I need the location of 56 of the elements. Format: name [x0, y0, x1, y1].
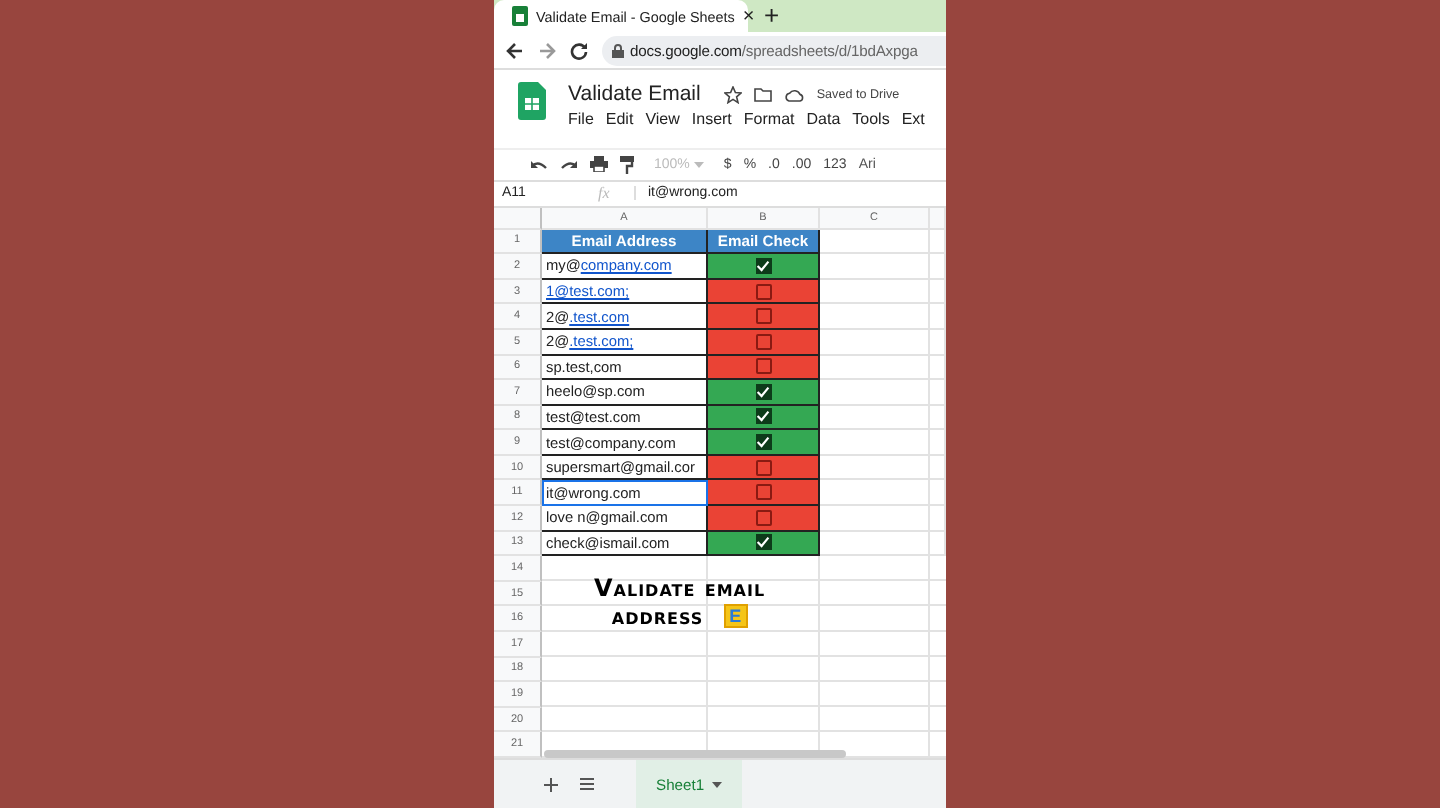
menu-item[interactable]: Ext [901, 110, 925, 129]
sheet-list-icon[interactable] [580, 778, 594, 790]
checkbox[interactable] [755, 459, 771, 476]
lock-icon [612, 43, 624, 58]
menu-item[interactable]: View [645, 110, 680, 129]
back-icon[interactable] [506, 41, 524, 60]
fx-label: fx [598, 184, 612, 203]
corner-cell[interactable] [494, 207, 542, 230]
checkbox[interactable] [755, 484, 771, 501]
forward-icon[interactable] [538, 41, 556, 60]
reload-icon[interactable] [570, 41, 588, 60]
checkbox[interactable] [755, 308, 771, 325]
redo-icon[interactable] [560, 157, 578, 172]
star-icon[interactable] [724, 85, 743, 104]
column-header[interactable] [930, 207, 946, 230]
checkbox[interactable] [755, 333, 771, 350]
menu-item[interactable]: Tools [852, 110, 890, 129]
table-cell[interactable] [708, 304, 820, 330]
undo-icon[interactable] [530, 157, 548, 172]
close-button[interactable]: × [742, 5, 755, 27]
table-cell[interactable] [708, 506, 820, 532]
new-tab-button[interactable]: + [764, 2, 780, 30]
table-cell[interactable] [708, 430, 820, 456]
caret-icon [712, 781, 723, 787]
sheets-icon [512, 6, 528, 26]
print-icon[interactable] [590, 156, 608, 173]
menu-item[interactable]: Data [806, 110, 841, 129]
check-icon [756, 259, 770, 272]
table-cell[interactable] [708, 279, 820, 305]
folder-icon[interactable] [754, 86, 773, 103]
caption-text: Validate email [594, 574, 766, 603]
table-cell[interactable] [708, 380, 820, 406]
letter-badge: E [723, 604, 748, 629]
add-icon[interactable] [544, 777, 558, 791]
table-cell[interactable] [708, 531, 820, 557]
checkbox[interactable] [755, 283, 771, 300]
document-title[interactable]: Validate Email [568, 82, 701, 107]
table-cell[interactable] [708, 254, 820, 280]
checkbox[interactable] [755, 358, 771, 375]
table-cell[interactable] [708, 455, 820, 481]
caption-text: address [611, 602, 704, 631]
checkbox[interactable] [755, 509, 771, 526]
menu-item[interactable]: Edit [605, 110, 634, 129]
paint-roller-icon[interactable] [620, 155, 634, 174]
scrollbar[interactable] [544, 750, 846, 759]
cloud-icon [784, 87, 805, 102]
caret-icon [693, 161, 704, 168]
table-cell[interactable] [708, 480, 820, 507]
sheets-logo-icon[interactable] [518, 82, 546, 121]
menu-item[interactable]: Format [743, 110, 795, 129]
table-cell[interactable] [708, 405, 820, 431]
menu-item[interactable]: File [568, 110, 594, 129]
menu-item[interactable]: Insert [691, 110, 732, 129]
check-icon [756, 536, 770, 549]
table-cell[interactable] [708, 355, 820, 381]
table-cell[interactable] [708, 329, 820, 355]
